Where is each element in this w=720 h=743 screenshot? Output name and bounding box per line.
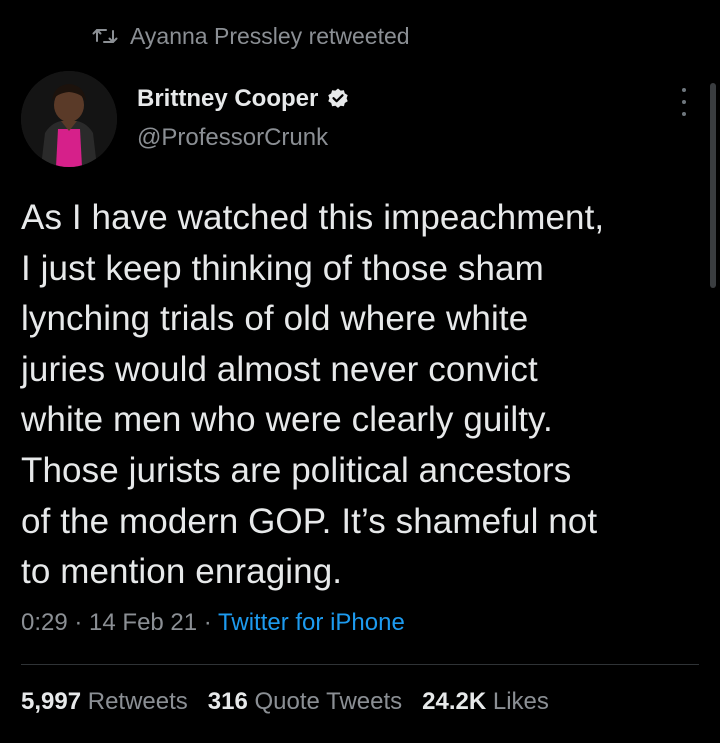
tweet-line: to mention enraging. [21, 552, 343, 592]
more-options-dot [682, 88, 686, 92]
quote-tweets-stat[interactable]: 316 Quote Tweets [208, 688, 402, 716]
tweet-line: juries would almost never convict [21, 349, 538, 389]
tweet-line: Those jurists are political ancestors [21, 450, 572, 490]
tweet-line: As I have watched this impeachment, [21, 198, 605, 237]
tweet-date[interactable]: 14 Feb 21 [89, 609, 197, 636]
divider [21, 664, 699, 665]
tweet-text: As I have watched this impeachment, I ju… [21, 193, 701, 598]
tweet-line: white men who were clearly guilty. [21, 400, 553, 440]
likes-count: 24.2K [422, 688, 487, 715]
retweet-icon [92, 29, 118, 43]
meta-separator: · [197, 609, 219, 636]
retweets-stat[interactable]: 5,997 Retweets [21, 688, 188, 716]
avatar-photo [21, 71, 117, 167]
tweet-time[interactable]: 0:29 [21, 609, 68, 636]
more-options-dot [682, 100, 686, 104]
tweet-line: of the modern GOP. It’s shameful not [21, 501, 598, 541]
retweet-context[interactable]: Ayanna Pressley retweeted [92, 22, 410, 50]
retweet-context-label: Ayanna Pressley retweeted [130, 22, 410, 49]
author-name-row[interactable]: Brittney Cooper [137, 82, 350, 116]
more-options-icon[interactable] [672, 88, 696, 116]
tweet-meta: 0:29 · 14 Feb 21 · Twitter for iPhone [21, 609, 405, 637]
tweet-source-link[interactable]: Twitter for iPhone [218, 609, 405, 636]
more-options-dot [682, 112, 686, 116]
avatar[interactable] [21, 71, 117, 167]
tweet-line: I just keep thinking of those sham [21, 248, 544, 288]
tweet-stats: 5,997 Retweets 316 Quote Tweets 24.2K Li… [21, 688, 569, 716]
retweets-count: 5,997 [21, 688, 82, 715]
quote-tweets-label: Quote Tweets [254, 688, 403, 715]
likes-stat[interactable]: 24.2K Likes [422, 688, 549, 716]
author-display-name[interactable]: Brittney Cooper [137, 85, 318, 113]
verified-badge-icon [328, 88, 349, 108]
tweet-line: lynching trials of old where white [21, 299, 529, 339]
author-handle[interactable]: @ProfessorCrunk [137, 124, 350, 152]
author-block[interactable]: Brittney Cooper @ProfessorCrunk [137, 82, 350, 152]
scrollbar[interactable] [710, 83, 716, 288]
likes-label: Likes [492, 688, 549, 715]
retweets-label: Retweets [87, 688, 188, 715]
quote-tweets-count: 316 [207, 688, 248, 715]
meta-separator: · [67, 609, 90, 636]
